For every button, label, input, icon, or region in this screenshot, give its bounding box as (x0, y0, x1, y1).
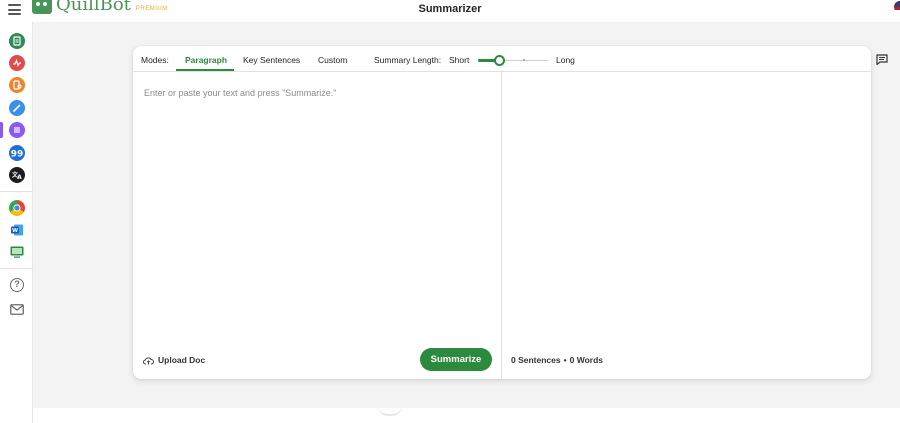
cloud-upload-icon (143, 356, 154, 364)
sidebar-item-co-writer[interactable] (9, 100, 25, 116)
sidebar-item-translator[interactable]: 文A (9, 167, 25, 183)
panel-divider (501, 72, 502, 379)
modes-label: Modes: (141, 55, 169, 65)
sidebar-item-word-extension[interactable]: W (9, 222, 25, 238)
monitor-icon (10, 246, 24, 258)
upload-doc-label: Upload Doc (158, 355, 206, 365)
svg-text:W: W (12, 228, 18, 234)
svg-text:A: A (17, 174, 22, 181)
output-stats: 0 Sentences • 0 Words (511, 355, 603, 365)
page-title: Summarizer (418, 3, 482, 15)
input-textarea[interactable]: Enter or paste your text and press "Summ… (144, 88, 336, 98)
sidebar-item-paraphraser[interactable] (9, 33, 25, 49)
active-tab-underline (176, 69, 234, 71)
pulse-icon (13, 58, 21, 67)
quote-icon: 99 (11, 150, 24, 160)
sidebar-item-chrome-extension[interactable] (9, 200, 25, 216)
active-indicator (0, 122, 3, 138)
translate-icon: 文A (11, 171, 22, 181)
sidebar-divider (0, 268, 33, 269)
length-min-label: Short (449, 55, 470, 65)
sidebar-item-plagiarism-checker[interactable] (9, 77, 25, 93)
sidebar: 99 文A W ? (0, 22, 33, 423)
tab-paragraph[interactable]: Paragraph (185, 55, 227, 65)
tab-key-sentences[interactable]: Key Sentences (243, 55, 300, 65)
word-count: 0 Words (569, 355, 603, 365)
word-icon: W (11, 224, 23, 236)
sidebar-item-summarizer[interactable] (9, 122, 25, 138)
upload-doc-button[interactable]: Upload Doc (143, 355, 205, 365)
top-bar: QuillBot PREMIUM Summarizer (0, 0, 900, 22)
summary-length-label: Summary Length: (374, 55, 442, 65)
report-icon (13, 80, 22, 90)
sentence-count: 0 Sentences (511, 355, 561, 365)
us-flag-icon[interactable] (894, 1, 900, 13)
slider-tick (523, 59, 525, 61)
length-slider-handle[interactable] (493, 55, 505, 66)
document-icon (13, 36, 21, 46)
list-icon (14, 127, 20, 133)
svg-text:99: 99 (11, 150, 24, 160)
summarize-button[interactable]: Summarize (420, 348, 492, 371)
mode-toolbar: Modes: Paragraph Key Sentences Custom Su… (133, 46, 871, 72)
stats-separator: • (563, 355, 567, 365)
chrome-icon (13, 204, 21, 212)
summarizer-card: Modes: Paragraph Key Sentences Custom Su… (133, 46, 871, 379)
sidebar-item-contact[interactable] (10, 302, 24, 320)
sidebar-item-citation-generator[interactable]: 99 (9, 145, 25, 161)
page-footer-strip (33, 408, 900, 423)
tab-custom[interactable]: Custom (318, 55, 347, 65)
sidebar-item-grammar-checker[interactable] (9, 55, 25, 71)
sidebar-divider (0, 191, 33, 192)
help-icon[interactable]: ? (10, 278, 24, 292)
pen-icon (13, 104, 21, 112)
sidebar-item-desktop-app[interactable] (9, 244, 25, 260)
length-max-label: Long (556, 55, 575, 65)
feedback-icon[interactable] (876, 54, 888, 65)
mail-icon (10, 304, 24, 315)
